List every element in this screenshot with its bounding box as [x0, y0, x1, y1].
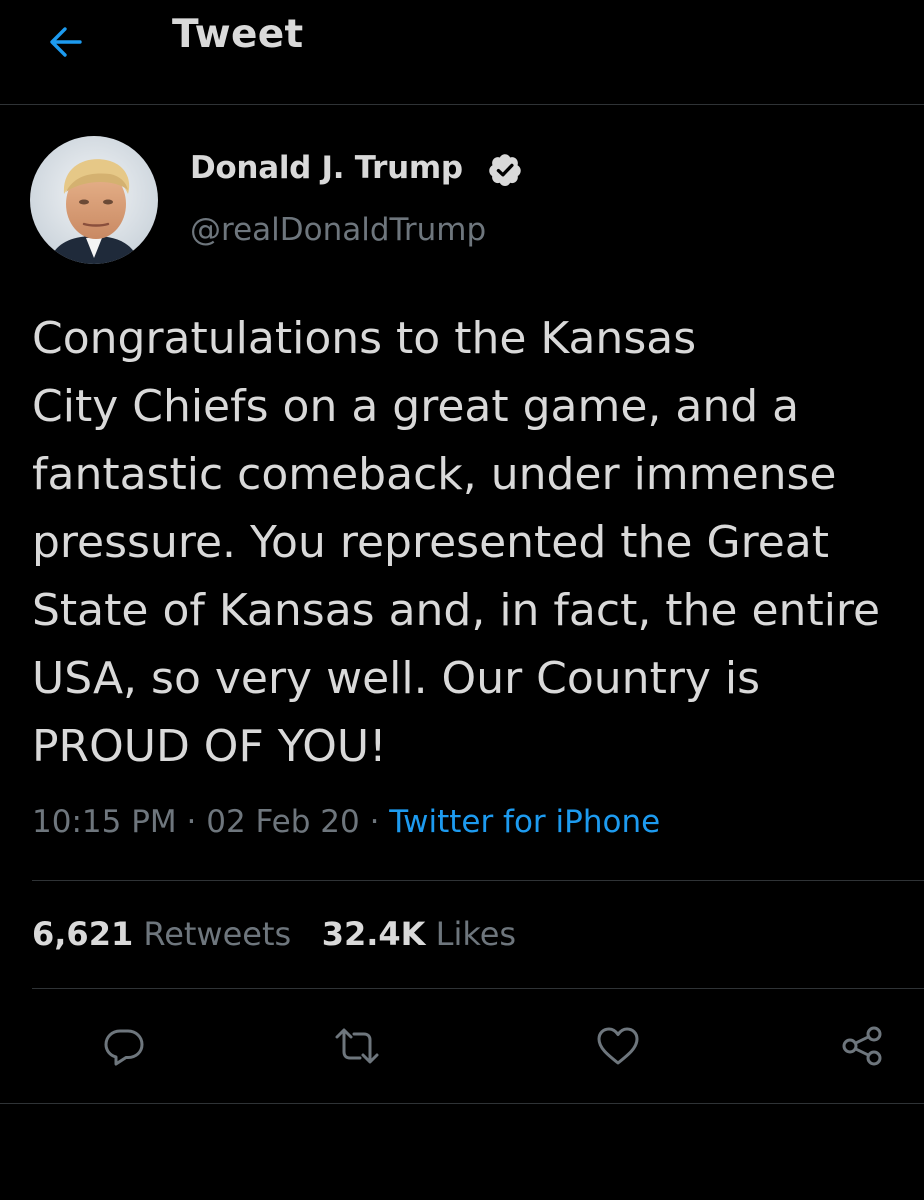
retweets-stat[interactable]: 6,621 Retweets: [32, 915, 291, 953]
separator-dot: ·: [369, 804, 380, 840]
top-bar: Tweet: [0, 0, 924, 105]
verified-badge-icon: [489, 154, 521, 187]
tweet-source-link[interactable]: Twitter for iPhone: [389, 804, 660, 840]
reply-icon[interactable]: [100, 1022, 148, 1070]
arrow-left-icon[interactable]: [44, 20, 88, 64]
avatar[interactable]: [30, 136, 158, 264]
retweets-count: 6,621: [32, 915, 134, 953]
share-icon[interactable]: [838, 1022, 886, 1070]
author-display-name[interactable]: Donald J. Trump: [190, 150, 463, 186]
divider: [32, 988, 924, 989]
tweet-text-line: PROUD OF YOU!: [32, 721, 387, 772]
tweet-text-line: Congratulations to the Kansas: [32, 313, 697, 364]
tweet-text-line: State of Kansas and, in fact, the entire: [32, 585, 881, 636]
tweet-metadata: 10:15 PM · 02 Feb 20 · Twitter for iPhon…: [32, 804, 660, 840]
tweet-date[interactable]: 02 Feb 20: [206, 804, 360, 840]
divider: [32, 880, 924, 881]
retweets-label: Retweets: [143, 915, 292, 953]
page-title: Tweet: [172, 12, 304, 57]
tweet-text-line: City Chiefs on a great game, and a: [32, 381, 800, 432]
tweet-text: Congratulations to the Kansas City Chief…: [32, 305, 924, 781]
author-handle[interactable]: @realDonaldTrump: [190, 212, 486, 248]
divider: [0, 1103, 924, 1104]
tweet-time[interactable]: 10:15 PM: [32, 804, 177, 840]
likes-stat[interactable]: 32.4K Likes: [322, 915, 516, 953]
tweet-stats: 6,621 Retweets 32.4K Likes: [32, 915, 516, 953]
likes-count: 32.4K: [321, 915, 426, 953]
separator-dot: ·: [186, 804, 197, 840]
likes-label: Likes: [435, 915, 517, 953]
tweet-text-line: fantastic comeback, under immense: [32, 449, 837, 500]
tweet-text-line: USA, so very well. Our Country is: [32, 653, 761, 704]
retweet-icon[interactable]: [333, 1022, 381, 1070]
tweet-text-line: pressure. You represented the Great: [32, 517, 829, 568]
like-icon[interactable]: [594, 1022, 642, 1070]
avatar-image: [30, 136, 158, 264]
